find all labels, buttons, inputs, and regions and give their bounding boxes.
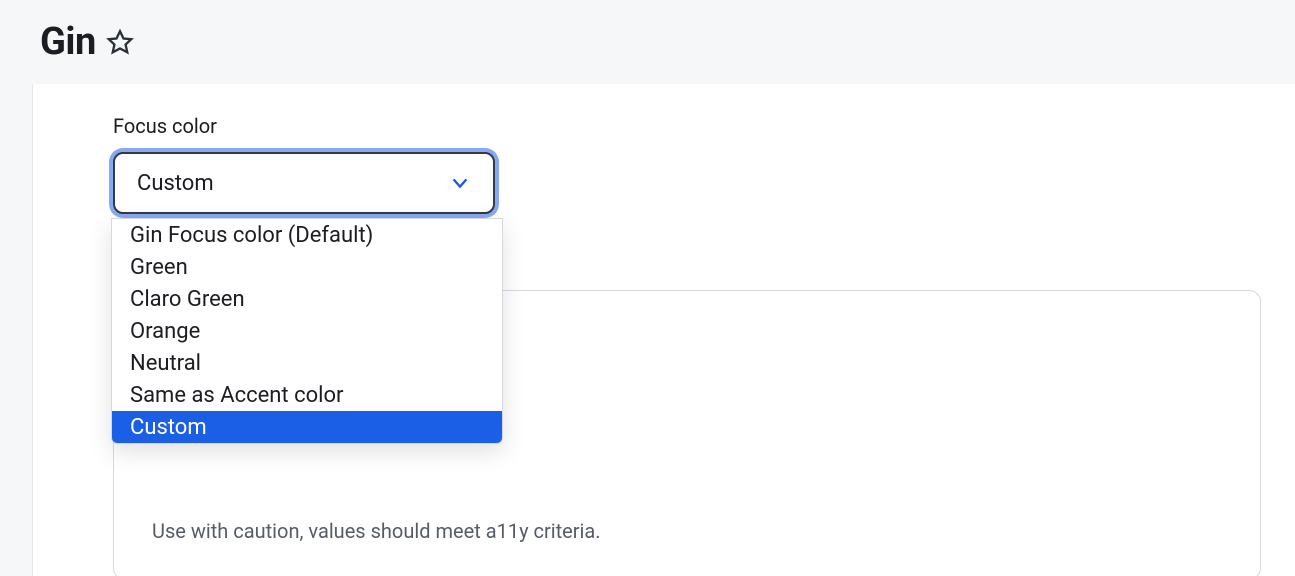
focus-color-selected-value: Custom (137, 171, 214, 196)
focus-color-hint: Use with caution, values should meet a11… (152, 519, 601, 543)
focus-color-option[interactable]: Green (112, 251, 502, 283)
chevron-down-icon (449, 172, 471, 194)
focus-color-option[interactable]: Orange (112, 315, 502, 347)
page-title-wrap: Gin (40, 20, 134, 64)
focus-color-select[interactable]: Custom (113, 152, 495, 214)
focus-color-option[interactable]: Neutral (112, 347, 502, 379)
focus-color-option[interactable]: Custom (112, 411, 502, 443)
page-header: Gin (0, 0, 1295, 84)
content-panel: Focus color Custom Gin Focus color (Defa… (32, 84, 1295, 576)
focus-color-dropdown[interactable]: Gin Focus color (Default) Green Claro Gr… (111, 218, 503, 444)
star-icon[interactable] (106, 28, 134, 56)
focus-color-select-wrap: Custom Gin Focus color (Default) Green C… (113, 152, 495, 214)
focus-color-option[interactable]: Gin Focus color (Default) (112, 219, 502, 251)
content-inner: Focus color Custom Gin Focus color (Defa… (113, 114, 1259, 214)
focus-color-option[interactable]: Claro Green (112, 283, 502, 315)
focus-color-option[interactable]: Same as Accent color (112, 379, 502, 411)
page-title: Gin (40, 20, 96, 64)
focus-color-label: Focus color (113, 114, 1259, 138)
